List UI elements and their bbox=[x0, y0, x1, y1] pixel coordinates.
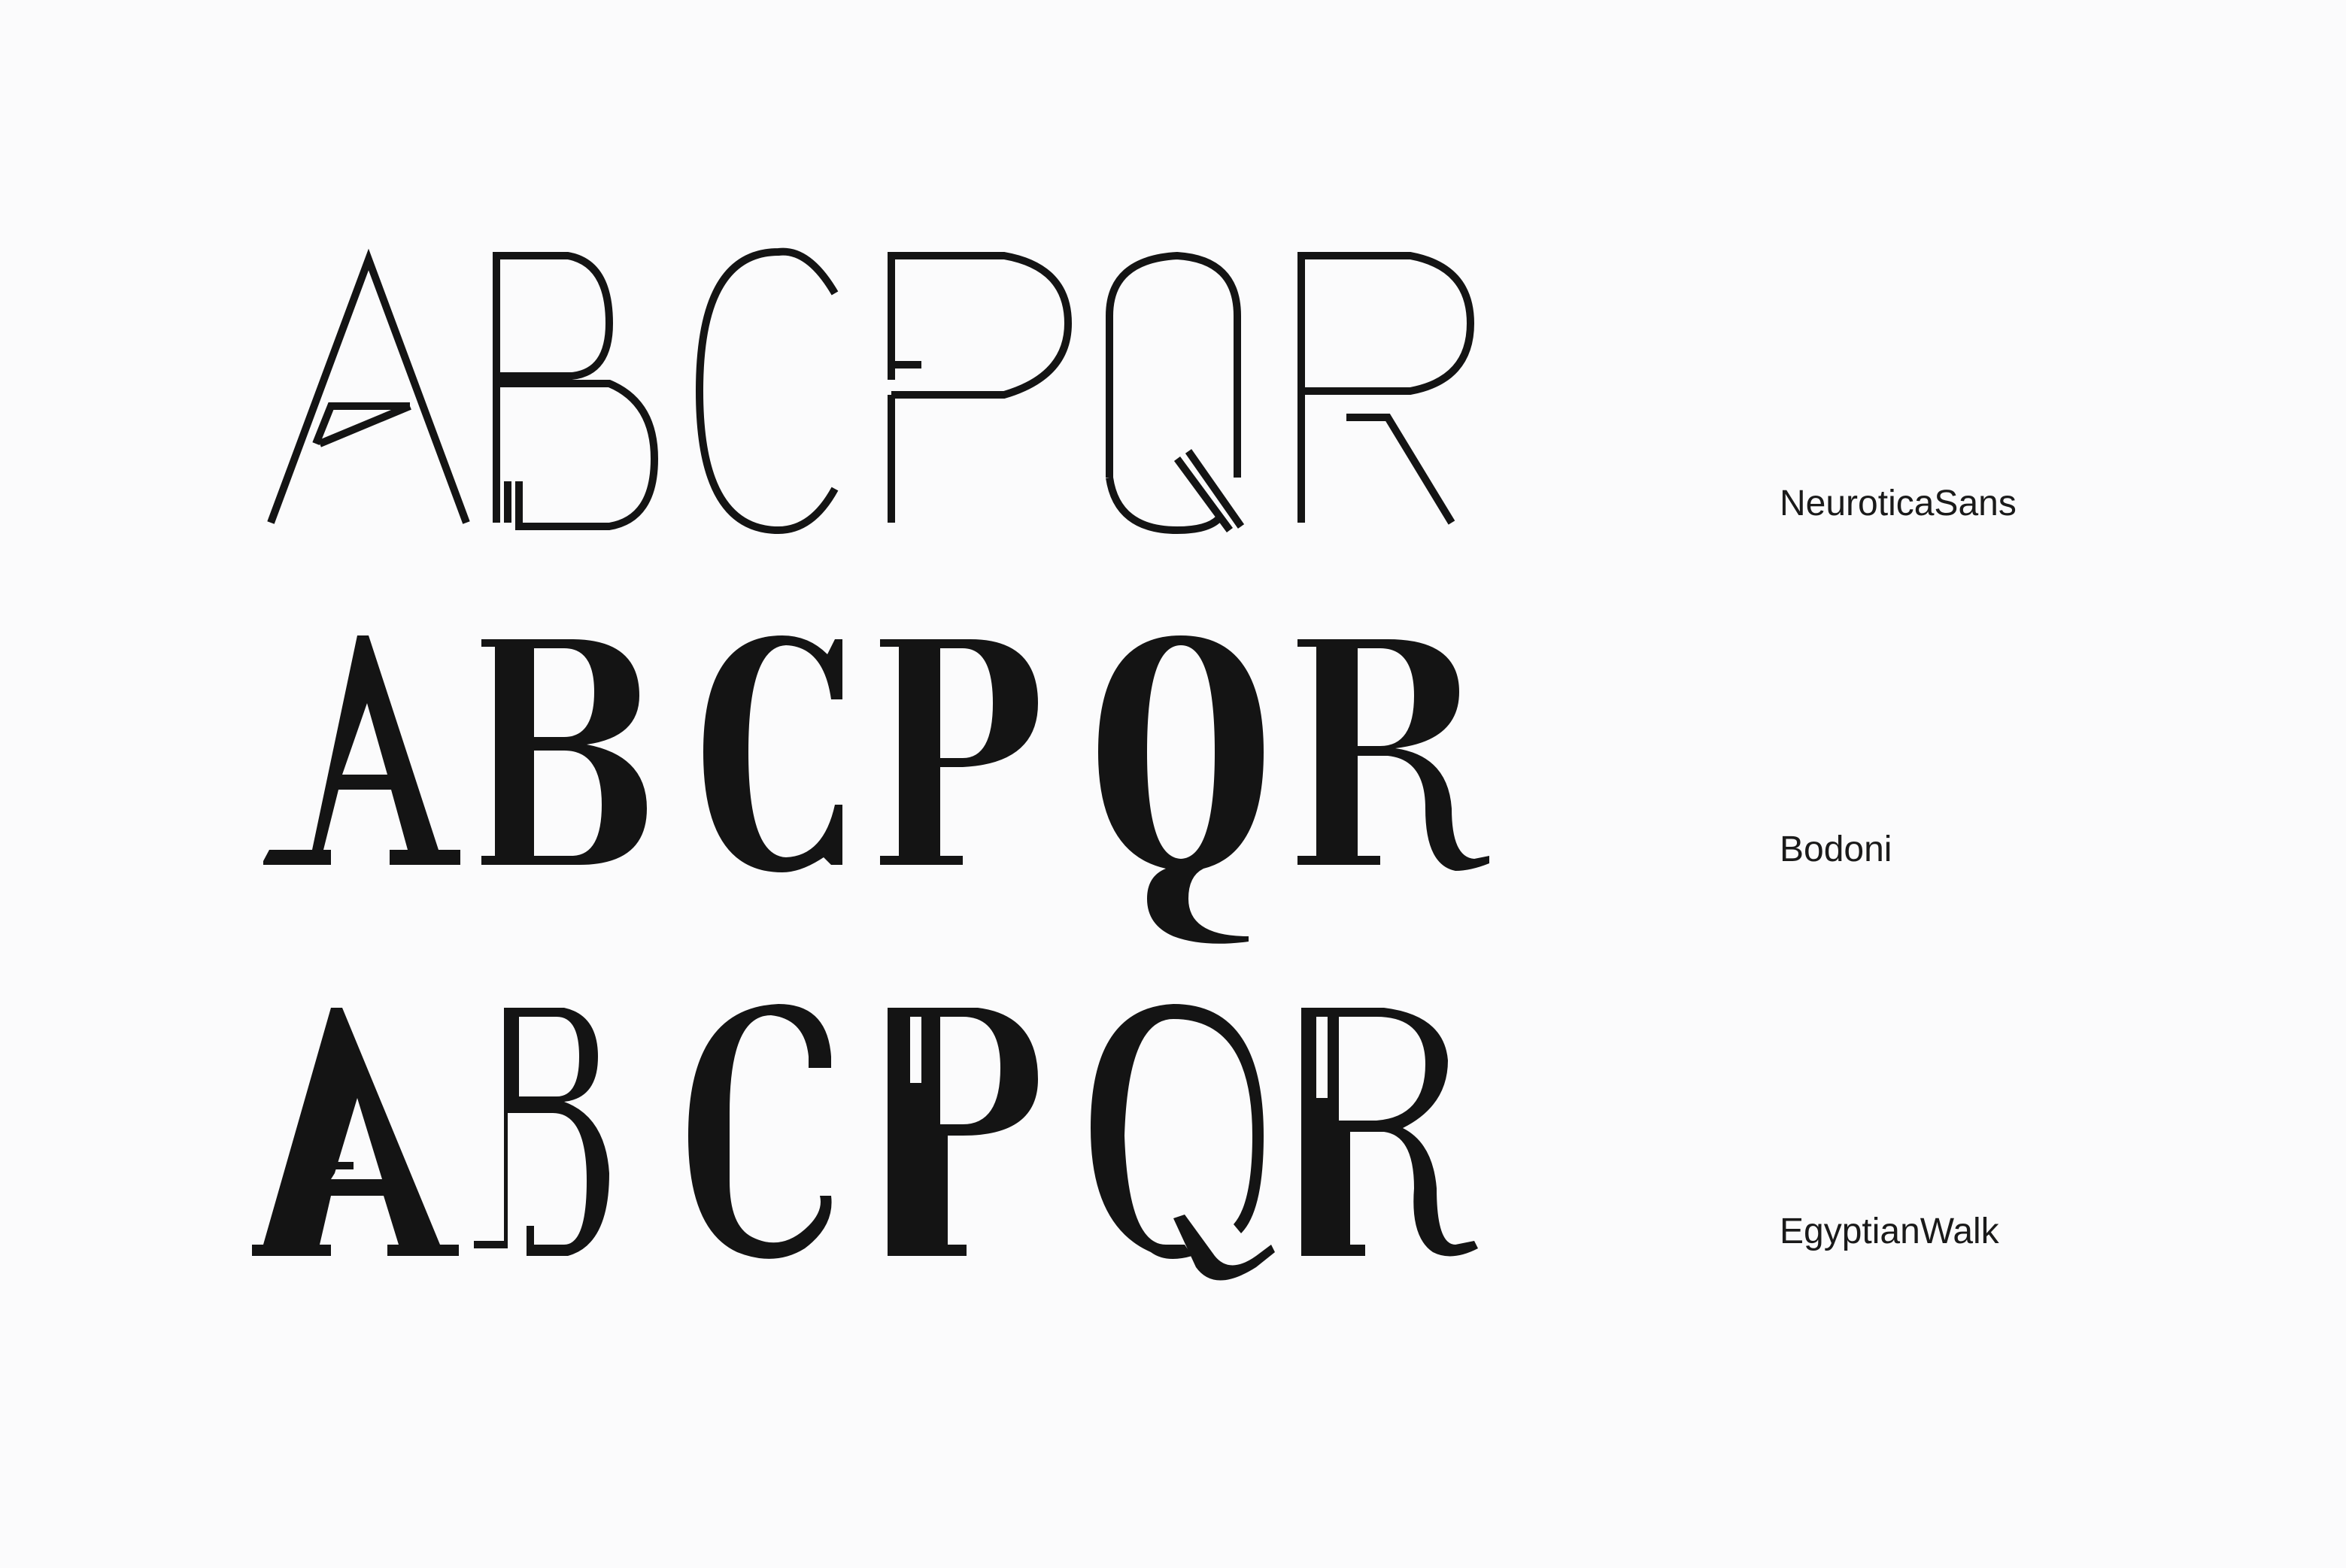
glyph-artwork-egyptianwalk bbox=[252, 1004, 1478, 1281]
font-name-label: Bodoni bbox=[1780, 829, 1892, 869]
glyph-c bbox=[688, 1004, 832, 1259]
glyph-a bbox=[252, 1008, 459, 1256]
glyph-q bbox=[1091, 1004, 1275, 1281]
glyph-b bbox=[481, 639, 647, 865]
font-name-label: NeuroticaSans bbox=[1780, 484, 2017, 523]
glyph-b bbox=[493, 252, 659, 530]
glyph-c bbox=[695, 247, 839, 535]
glyph-artwork-neuroticasans bbox=[267, 247, 1475, 535]
glyph-r bbox=[1297, 252, 1475, 525]
specimen-row-egyptianwalk: EgyptianWalk bbox=[0, 985, 2346, 1301]
glyph-r bbox=[1297, 639, 1489, 871]
glyph-sample-bodoni bbox=[248, 617, 1527, 955]
glyph-a bbox=[267, 248, 470, 524]
glyph-sample-egyptianwalk bbox=[248, 985, 1527, 1301]
glyph-b bbox=[474, 1008, 609, 1256]
glyph-r bbox=[1301, 1008, 1478, 1257]
specimen-row-neuroticasans: NeuroticaSans bbox=[0, 241, 2346, 541]
glyph-p bbox=[888, 252, 1073, 523]
font-name-label: EgyptianWalk bbox=[1780, 1212, 1999, 1251]
specimen-row-bodoni: Bodoni bbox=[0, 617, 2346, 955]
glyph-sample-neuroticasans bbox=[248, 241, 1527, 541]
glyph-p bbox=[888, 1008, 1038, 1256]
glyph-artwork-bodoni bbox=[263, 635, 1489, 944]
glyph-c bbox=[703, 635, 842, 872]
glyph-q bbox=[1098, 635, 1264, 944]
glyph-q bbox=[1106, 251, 1245, 535]
glyph-a bbox=[263, 635, 460, 865]
glyph-p bbox=[880, 639, 1038, 865]
